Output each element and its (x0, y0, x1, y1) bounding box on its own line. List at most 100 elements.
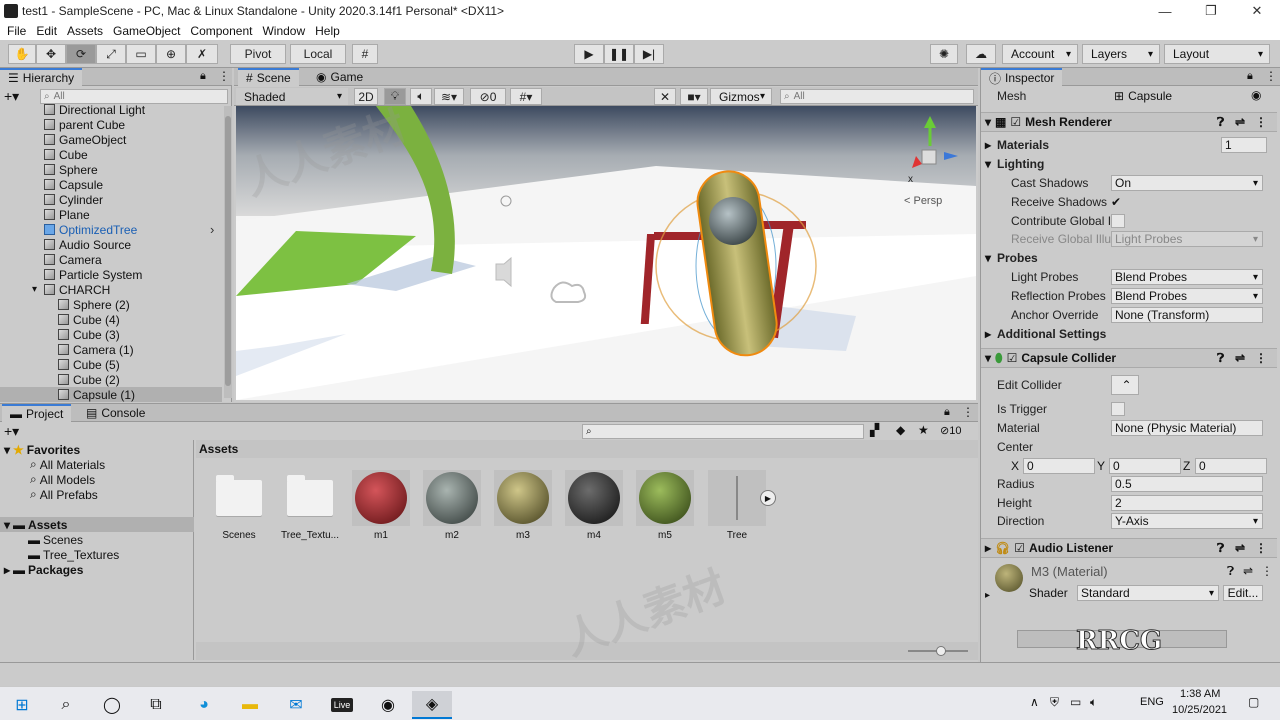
scene-search-input[interactable]: ⌕ All (780, 89, 974, 104)
scene-viewport[interactable]: x < Persp (236, 106, 976, 400)
is-trigger-checkbox[interactable] (1111, 402, 1125, 416)
hierarchy-scrollbar[interactable] (224, 106, 232, 398)
hierarchy-item[interactable]: Sphere (2) (0, 297, 222, 312)
hierarchy-item[interactable]: Sphere (0, 162, 222, 177)
hierarchy-item[interactable]: OptimizedTree › (0, 222, 222, 237)
cast-shadows-dropdown[interactable]: On (1111, 175, 1263, 191)
lock-icon[interactable]: 🔒︎ (944, 406, 950, 419)
tab-inspector[interactable]: ⓘ Inspector (981, 68, 1063, 86)
center-x-field[interactable]: 0 (1023, 458, 1095, 474)
packages-folder-item[interactable]: ▸ ▬ Packages (4, 562, 83, 577)
menu-gameobject[interactable]: GameObject (108, 24, 185, 38)
help-icon[interactable]: ❓︎ (1227, 564, 1234, 579)
live-app-button[interactable]: Live (322, 691, 362, 719)
hierarchy-item[interactable]: Plane (0, 207, 222, 222)
capsule-collider-header[interactable]: ▾ ⬮ ☑ Capsule Collider ❓︎ ⇌ ⋮ (981, 348, 1277, 368)
label-icon[interactable]: ◆ (896, 423, 905, 437)
scale-tool-button[interactable]: ⤢ (96, 44, 126, 64)
obs-button[interactable]: ◉ (368, 691, 408, 719)
audio-toggle[interactable]: 🔈︎ (410, 88, 432, 105)
hierarchy-item[interactable]: Cube (3) (0, 327, 222, 342)
menu-assets[interactable]: Assets (62, 24, 108, 38)
transform-tool-button[interactable]: ⊕ (156, 44, 186, 64)
asset-tree-textures[interactable]: Tree_Textu... (281, 470, 339, 541)
camera-dropdown[interactable]: ■▾ (680, 88, 708, 105)
lighting-toggle[interactable]: 💡︎ (384, 88, 406, 105)
foldout-icon[interactable]: ▸ (985, 590, 990, 601)
lock-icon[interactable]: 🔒︎ (200, 70, 206, 83)
explorer-button[interactable]: ▬ (230, 691, 270, 719)
enabled-checkbox[interactable]: ☑ (1010, 115, 1021, 129)
foldout-icon[interactable]: ▾ (985, 251, 991, 265)
unity-taskbar-button[interactable]: ◈ (412, 691, 452, 719)
more-icon[interactable]: ⋮ (1265, 69, 1277, 83)
mesh-field[interactable]: ⊞ Capsule (1111, 88, 1263, 104)
radius-field[interactable]: 0.5 (1111, 476, 1263, 492)
hierarchy-item[interactable]: Capsule (1) (0, 387, 222, 402)
shader-dropdown[interactable]: Standard (1077, 585, 1219, 601)
receive-shadows-checkbox[interactable]: ✔ (1111, 195, 1121, 209)
height-field[interactable]: 2 (1111, 495, 1263, 511)
hand-tool-button[interactable]: ✋ (8, 44, 36, 64)
preset-icon[interactable]: ⇌ (1243, 564, 1253, 578)
scenes-folder-item[interactable]: ▬ Scenes (28, 532, 83, 547)
2d-toggle[interactable]: 2D (354, 88, 378, 105)
pause-button[interactable]: ❚❚ (604, 44, 634, 64)
help-icon[interactable]: ❓︎ (1217, 115, 1224, 130)
move-tool-button[interactable]: ✥ (36, 44, 66, 64)
cortana-button[interactable]: ◯ (92, 691, 132, 719)
preset-icon[interactable]: ⇌ (1235, 115, 1245, 129)
hierarchy-item[interactable]: Cube (5) (0, 357, 222, 372)
hierarchy-item[interactable]: GameObject (0, 132, 222, 147)
menu-window[interactable]: Window (257, 24, 310, 38)
asset-m3[interactable]: m3 (494, 470, 552, 541)
hierarchy-item[interactable]: Cylinder (0, 192, 222, 207)
asset-tree[interactable]: ▶ Tree (708, 470, 776, 541)
rect-tool-button[interactable]: ▭ (126, 44, 156, 64)
help-icon[interactable]: ❓︎ (1217, 541, 1224, 556)
notifications-icon[interactable]: ▢ (1248, 695, 1259, 709)
tab-game[interactable]: ◉ Game (308, 68, 371, 86)
play-button[interactable]: ▶ (574, 44, 604, 64)
tray-chevron-icon[interactable]: ∧ (1030, 695, 1039, 709)
account-dropdown[interactable]: Account (1002, 44, 1078, 64)
hierarchy-item[interactable]: Camera (0, 252, 222, 267)
hierarchy-item[interactable]: Cube (0, 147, 222, 162)
custom-tool-button[interactable]: ✗ (186, 44, 218, 64)
menu-component[interactable]: Component (185, 24, 257, 38)
foldout-icon[interactable]: ▸ (985, 138, 991, 152)
enabled-checkbox[interactable]: ☑ (1007, 351, 1018, 365)
start-button[interactable]: ⊞ (2, 691, 42, 719)
network-icon[interactable]: ▭ (1070, 695, 1081, 709)
zoom-slider[interactable] (908, 646, 968, 656)
layers-dropdown[interactable]: Layers (1082, 44, 1160, 64)
mail-button[interactable]: ✉ (276, 691, 316, 719)
layout-dropdown[interactable]: Layout (1164, 44, 1270, 64)
asset-m1[interactable]: m1 (352, 470, 410, 541)
preset-icon[interactable]: ⇌ (1235, 351, 1245, 365)
tab-scene[interactable]: # Scene (238, 68, 299, 86)
favorites-item[interactable]: ▾ ★ Favorites (4, 442, 80, 457)
hidden-packages-toggle[interactable]: ⊘ 10 (940, 424, 961, 438)
menu-edit[interactable]: Edit (31, 24, 62, 38)
rotate-tool-button[interactable]: ⟳ (66, 44, 96, 64)
more-icon[interactable]: ⋮ (1255, 115, 1267, 129)
anchor-override-field[interactable]: None (Transform) (1111, 307, 1263, 323)
enabled-checkbox[interactable]: ☑ (1014, 541, 1025, 555)
favorites-all-materials[interactable]: ⌕ All Materials (30, 457, 105, 472)
minimize-button[interactable]: — (1142, 0, 1188, 22)
foldout-icon[interactable]: ▾ (985, 157, 991, 171)
edge-button[interactable]: ◕ (184, 691, 224, 719)
menu-help[interactable]: Help (310, 24, 345, 38)
foldout-icon[interactable]: ▾ (32, 284, 37, 295)
services-button[interactable]: ✺ (930, 44, 958, 64)
language-indicator[interactable]: ENG (1140, 696, 1164, 708)
persp-label[interactable]: < Persp (904, 195, 942, 207)
asset-m4[interactable]: m4 (565, 470, 623, 541)
hierarchy-item[interactable]: ▾ CHARCH (0, 282, 222, 297)
more-icon[interactable]: ⋮ (1261, 564, 1273, 578)
create-asset-button[interactable]: +▾ (4, 423, 19, 440)
tab-console[interactable]: ▤ Console (78, 404, 153, 422)
help-icon[interactable]: ❓︎ (1217, 351, 1224, 366)
light-probes-dropdown[interactable]: Blend Probes (1111, 269, 1263, 285)
